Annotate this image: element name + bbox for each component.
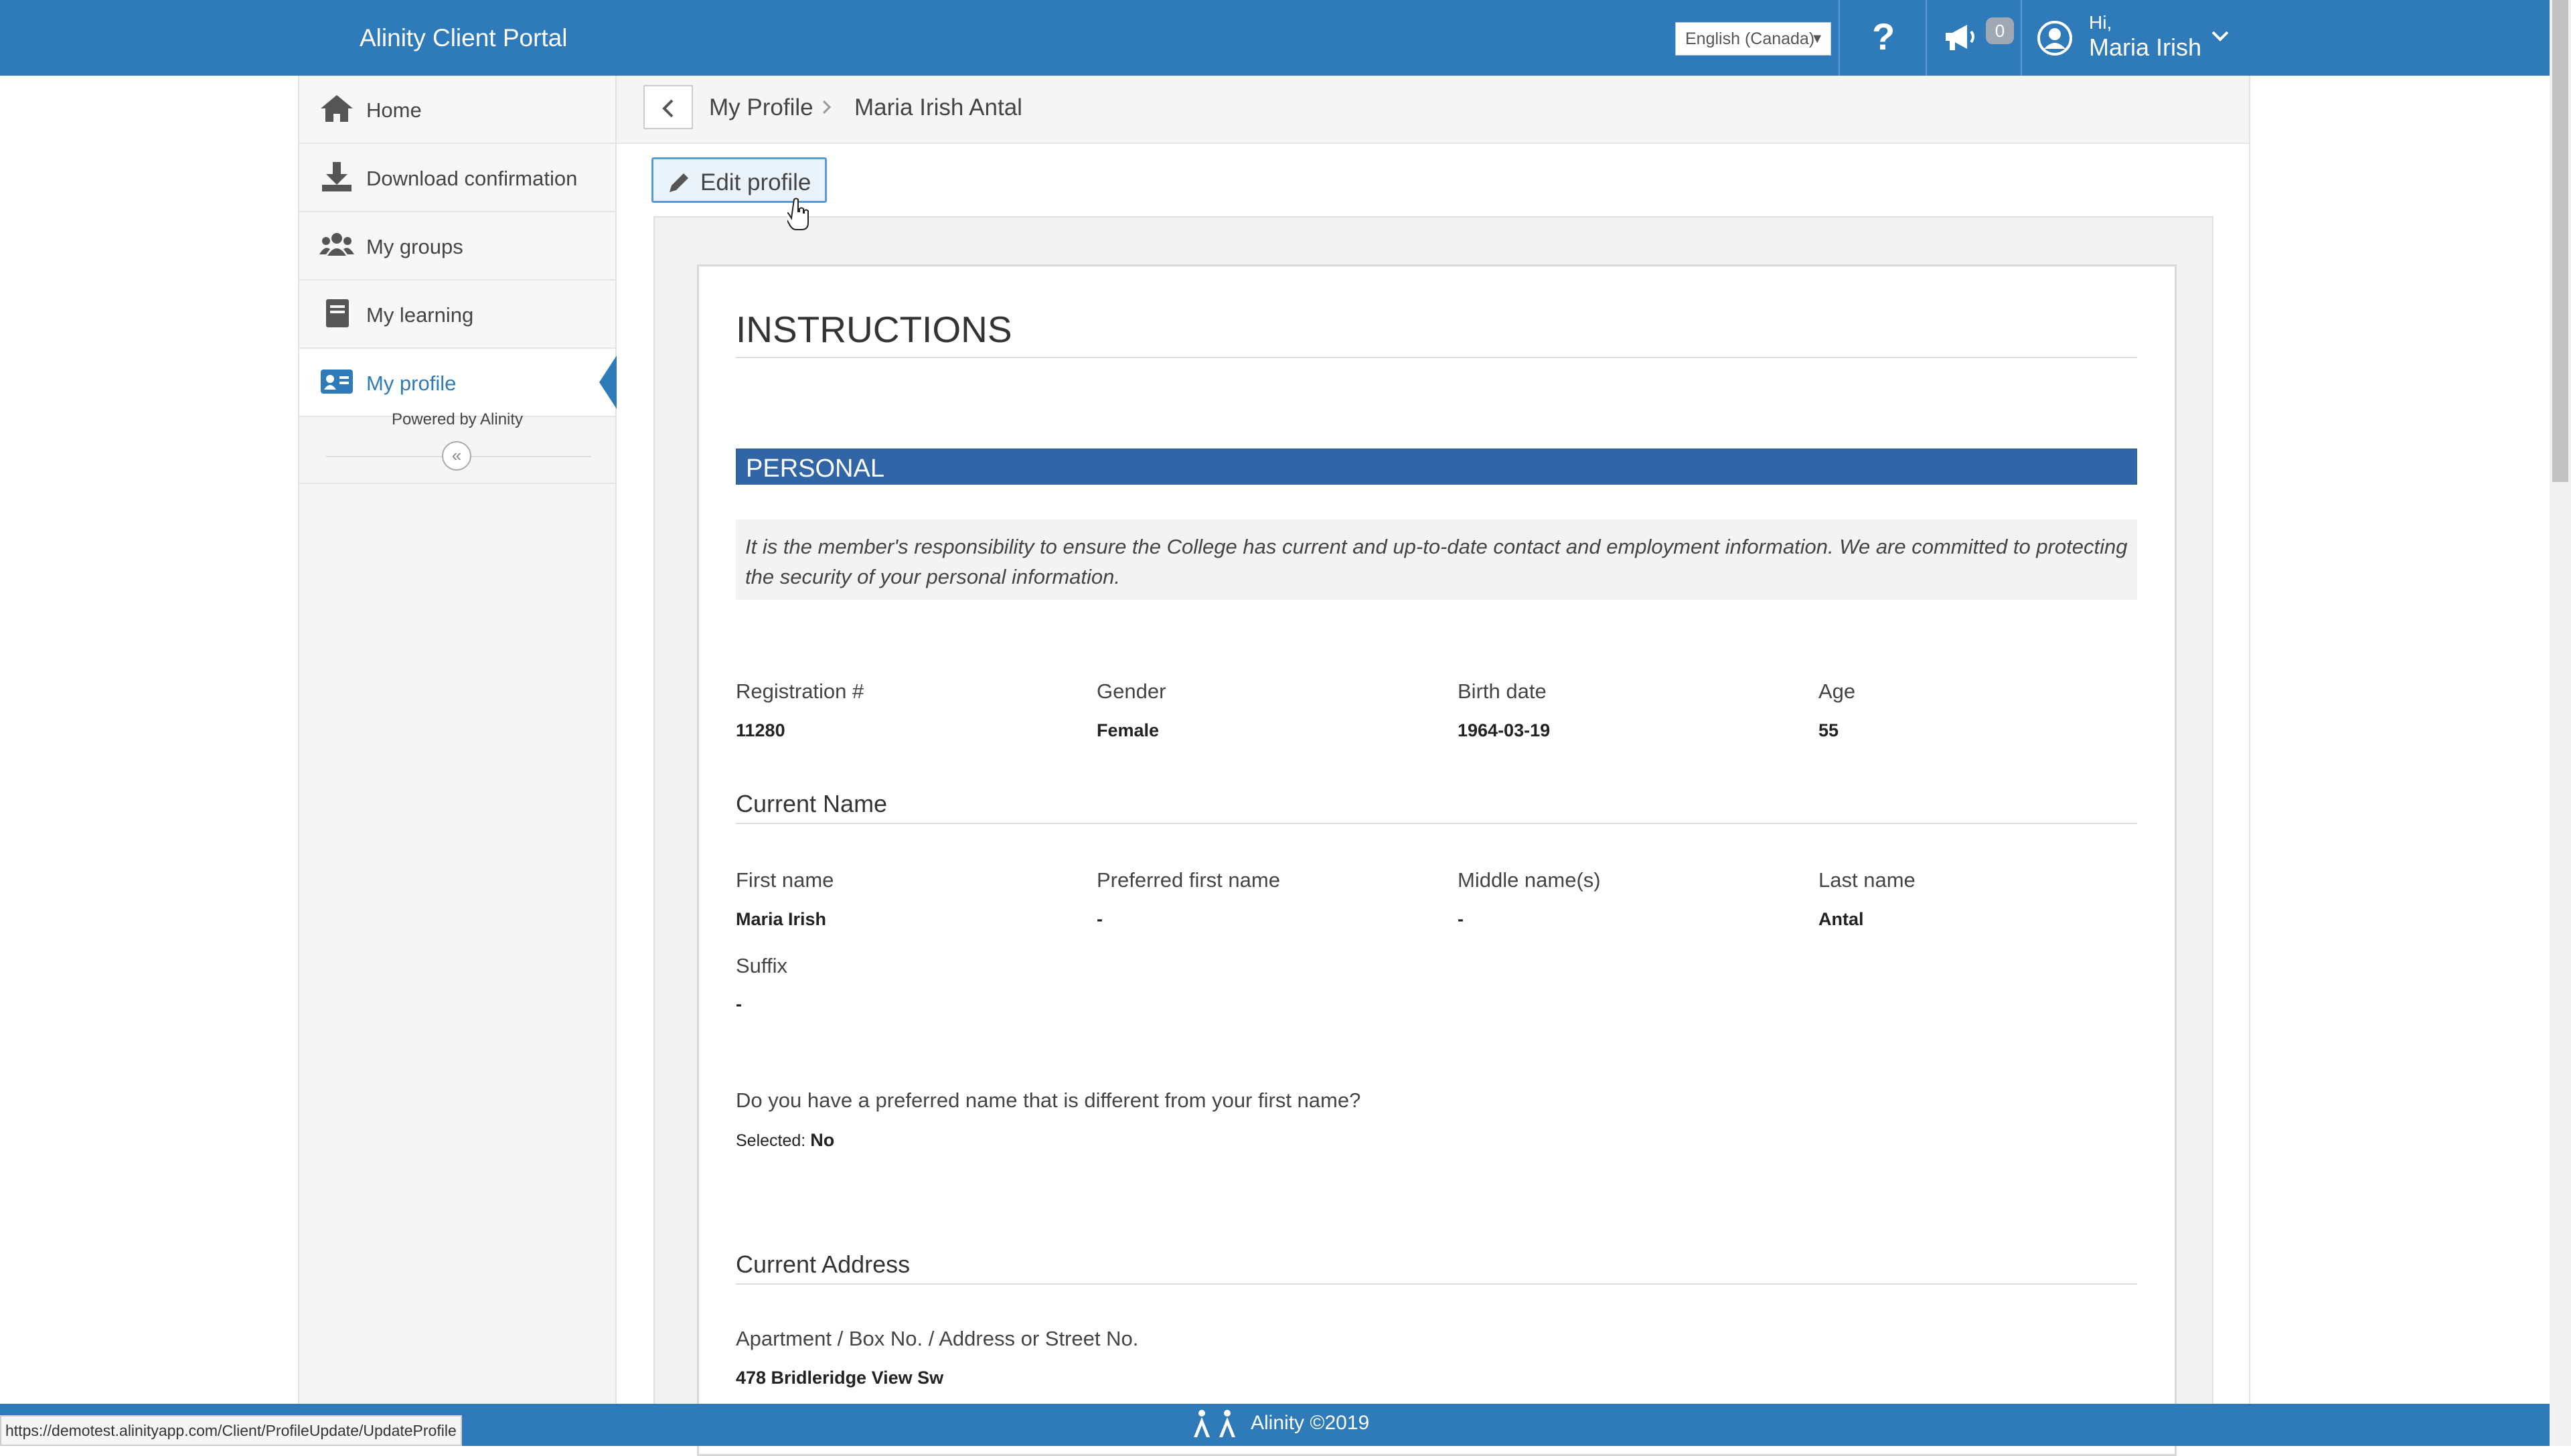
status-bar-url: https://demotest.alinityapp.com/Client/P… xyxy=(0,1415,462,1446)
last-name-label: Last name xyxy=(1818,868,1916,892)
preferred-name-answer: Selected: No xyxy=(736,1130,834,1151)
section-title: PERSONAL xyxy=(746,455,884,483)
user-name: Maria Irish xyxy=(2089,33,2202,61)
notifications-button[interactable]: 0 xyxy=(1926,0,2021,76)
sidebar-item-my-groups[interactable]: My groups xyxy=(299,212,615,280)
main-content: My Profile Maria Irish Antal Edit profil… xyxy=(617,76,2250,1456)
book-icon xyxy=(326,299,349,327)
suffix-label: Suffix xyxy=(736,954,787,977)
divider xyxy=(736,357,2137,358)
selected-prefix: Selected: xyxy=(736,1131,806,1150)
user-avatar-icon xyxy=(2037,21,2072,56)
preferred-first-name-label: Preferred first name xyxy=(1097,868,1280,892)
users-icon xyxy=(319,233,354,256)
section-header-personal: PERSONAL xyxy=(736,449,2137,485)
divider xyxy=(736,1283,2137,1285)
id-card-icon xyxy=(321,370,353,394)
greeting-text: Hi, xyxy=(2089,12,2112,33)
middle-name-label: Middle name(s) xyxy=(1458,868,1601,892)
sidebar-item-download-confirmation[interactable]: Download confirmation xyxy=(299,144,615,212)
collapse-sidebar-button[interactable]: « xyxy=(442,441,471,471)
edit-profile-button[interactable]: Edit profile xyxy=(651,157,827,203)
selected-value: No xyxy=(810,1130,835,1150)
download-icon xyxy=(322,162,352,191)
first-name-value: Maria Irish xyxy=(736,909,827,929)
edit-profile-label: Edit profile xyxy=(700,169,811,195)
profile-form: INSTRUCTIONS PERSONAL It is the member's… xyxy=(697,264,2177,1456)
last-name-value: Antal xyxy=(1818,909,1864,929)
alinity-logo-icon xyxy=(1194,1410,1235,1437)
divider xyxy=(299,483,615,484)
preferred-first-name-value: - xyxy=(1097,909,1103,929)
age-value: 55 xyxy=(1818,720,1839,740)
registration-value: 11280 xyxy=(736,720,785,740)
instructions-heading: INSTRUCTIONS xyxy=(736,309,1012,350)
sidebar-item-label: My profile xyxy=(366,372,457,395)
language-select[interactable]: English (Canada) ▼ xyxy=(1675,22,1831,56)
user-menu[interactable]: Hi, Maria Irish xyxy=(2021,0,2250,76)
sidebar-item-label: My learning xyxy=(366,303,474,327)
sidebar-item-label: Home xyxy=(366,98,422,122)
breadcrumb: My Profile Maria Irish Antal xyxy=(617,76,2249,144)
gender-value: Female xyxy=(1097,720,1160,740)
sidebar-item-home[interactable]: Home xyxy=(299,76,615,144)
address-label: Apartment / Box No. / Address or Street … xyxy=(736,1327,1139,1350)
birth-date-value: 1964-03-19 xyxy=(1458,720,1551,740)
birth-date-label: Birth date xyxy=(1458,679,1547,703)
first-name-label: First name xyxy=(736,868,834,892)
help-button[interactable]: ? xyxy=(1839,0,1926,76)
app-title[interactable]: Alinity Client Portal xyxy=(360,24,568,52)
age-label: Age xyxy=(1818,679,1856,703)
language-value: English (Canada) xyxy=(1685,29,1815,48)
notification-count-badge: 0 xyxy=(1986,17,2014,44)
footer-copyright: Alinity ©2019 xyxy=(1251,1412,1370,1434)
question-icon: ? xyxy=(1872,15,1895,58)
chevron-right-icon xyxy=(822,100,832,114)
breadcrumb-current: Maria Irish Antal xyxy=(854,94,1022,120)
current-address-heading: Current Address xyxy=(736,1250,911,1278)
suffix-value: - xyxy=(736,994,742,1014)
scrollbar-thumb[interactable] xyxy=(2552,0,2568,482)
sidebar-item-label: Download confirmation xyxy=(366,167,578,190)
preferred-name-question: Do you have a preferred name that is dif… xyxy=(736,1088,1361,1112)
divider xyxy=(736,823,2137,824)
sidebar: Home Download confirmation My groups My … xyxy=(298,76,619,1446)
registration-label: Registration # xyxy=(736,679,864,703)
gender-label: Gender xyxy=(1097,679,1166,703)
back-button[interactable] xyxy=(643,85,693,129)
privacy-notice: It is the member's responsibility to ens… xyxy=(736,519,2137,600)
caret-down-icon: ▼ xyxy=(1810,31,1824,46)
top-navbar: Alinity Client Portal English (Canada) ▼… xyxy=(0,0,2550,76)
chevron-down-icon xyxy=(2211,31,2229,42)
home-icon xyxy=(321,95,353,122)
profile-panel: INSTRUCTIONS PERSONAL It is the member's… xyxy=(653,216,2213,1456)
sidebar-item-my-learning[interactable]: My learning xyxy=(299,280,615,349)
breadcrumb-my-profile[interactable]: My Profile xyxy=(709,94,813,121)
pencil-icon xyxy=(670,173,688,192)
chevron-left-icon xyxy=(662,99,674,118)
address-value: 478 Bridleridge View Sw xyxy=(736,1368,944,1388)
megaphone-icon xyxy=(1946,25,1974,50)
powered-by-text: Powered by Alinity xyxy=(391,410,524,428)
hand-cursor-icon xyxy=(787,197,809,230)
sidebar-item-my-profile[interactable]: My profile xyxy=(299,349,619,417)
middle-name-value: - xyxy=(1458,909,1464,929)
sidebar-item-label: My groups xyxy=(366,235,463,258)
current-name-heading: Current Name xyxy=(736,790,888,817)
